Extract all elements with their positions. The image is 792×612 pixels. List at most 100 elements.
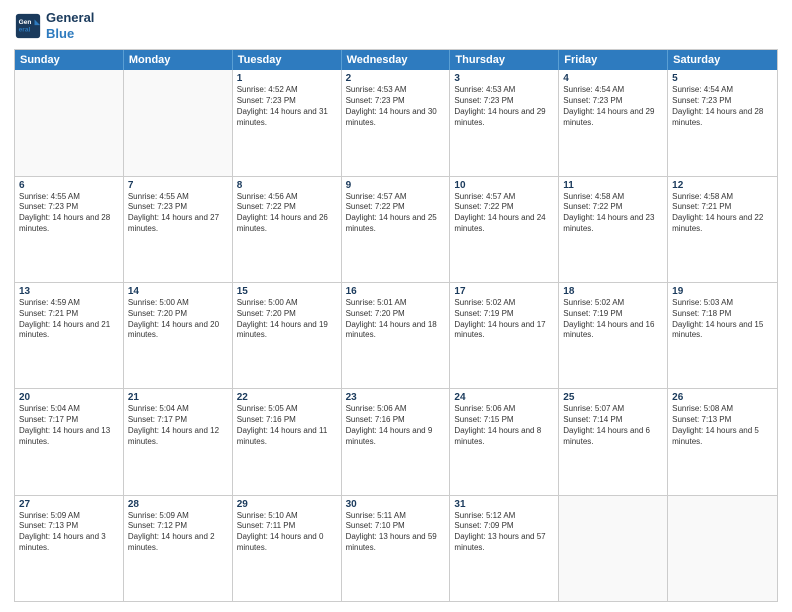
calendar-body: 1Sunrise: 4:52 AMSunset: 7:23 PMDaylight… xyxy=(15,70,777,601)
day-info: Sunrise: 5:06 AMSunset: 7:16 PMDaylight:… xyxy=(346,404,446,447)
day-info: Sunrise: 4:57 AMSunset: 7:22 PMDaylight:… xyxy=(454,192,554,235)
day-info: Sunrise: 5:09 AMSunset: 7:13 PMDaylight:… xyxy=(19,511,119,554)
day-info: Sunrise: 4:53 AMSunset: 7:23 PMDaylight:… xyxy=(346,85,446,128)
day-number: 31 xyxy=(454,499,554,510)
calendar-header: SundayMondayTuesdayWednesdayThursdayFrid… xyxy=(15,50,777,70)
calendar-cell xyxy=(124,70,233,175)
day-info: Sunrise: 4:56 AMSunset: 7:22 PMDaylight:… xyxy=(237,192,337,235)
svg-text:Gen: Gen xyxy=(19,19,32,26)
day-header-friday: Friday xyxy=(559,50,668,70)
day-header-monday: Monday xyxy=(124,50,233,70)
day-info: Sunrise: 4:59 AMSunset: 7:21 PMDaylight:… xyxy=(19,298,119,341)
calendar-cell: 12Sunrise: 4:58 AMSunset: 7:21 PMDayligh… xyxy=(668,177,777,282)
day-info: Sunrise: 5:06 AMSunset: 7:15 PMDaylight:… xyxy=(454,404,554,447)
day-info: Sunrise: 4:55 AMSunset: 7:23 PMDaylight:… xyxy=(128,192,228,235)
day-info: Sunrise: 5:10 AMSunset: 7:11 PMDaylight:… xyxy=(237,511,337,554)
calendar-cell: 21Sunrise: 5:04 AMSunset: 7:17 PMDayligh… xyxy=(124,389,233,494)
day-number: 26 xyxy=(672,392,773,403)
calendar-cell: 2Sunrise: 4:53 AMSunset: 7:23 PMDaylight… xyxy=(342,70,451,175)
day-info: Sunrise: 4:54 AMSunset: 7:23 PMDaylight:… xyxy=(563,85,663,128)
calendar-week-3: 13Sunrise: 4:59 AMSunset: 7:21 PMDayligh… xyxy=(15,283,777,389)
day-info: Sunrise: 4:57 AMSunset: 7:22 PMDaylight:… xyxy=(346,192,446,235)
svg-text:eral: eral xyxy=(19,26,31,33)
day-info: Sunrise: 4:58 AMSunset: 7:22 PMDaylight:… xyxy=(563,192,663,235)
calendar: SundayMondayTuesdayWednesdayThursdayFrid… xyxy=(14,49,778,602)
calendar-cell: 16Sunrise: 5:01 AMSunset: 7:20 PMDayligh… xyxy=(342,283,451,388)
calendar-cell: 24Sunrise: 5:06 AMSunset: 7:15 PMDayligh… xyxy=(450,389,559,494)
calendar-cell: 9Sunrise: 4:57 AMSunset: 7:22 PMDaylight… xyxy=(342,177,451,282)
calendar-cell: 1Sunrise: 4:52 AMSunset: 7:23 PMDaylight… xyxy=(233,70,342,175)
day-number: 2 xyxy=(346,73,446,84)
day-number: 18 xyxy=(563,286,663,297)
calendar-cell: 5Sunrise: 4:54 AMSunset: 7:23 PMDaylight… xyxy=(668,70,777,175)
day-info: Sunrise: 4:52 AMSunset: 7:23 PMDaylight:… xyxy=(237,85,337,128)
calendar-cell xyxy=(559,496,668,601)
day-number: 30 xyxy=(346,499,446,510)
day-header-saturday: Saturday xyxy=(668,50,777,70)
day-number: 8 xyxy=(237,180,337,191)
calendar-week-1: 1Sunrise: 4:52 AMSunset: 7:23 PMDaylight… xyxy=(15,70,777,176)
day-info: Sunrise: 5:08 AMSunset: 7:13 PMDaylight:… xyxy=(672,404,773,447)
calendar-cell: 29Sunrise: 5:10 AMSunset: 7:11 PMDayligh… xyxy=(233,496,342,601)
day-header-thursday: Thursday xyxy=(450,50,559,70)
day-info: Sunrise: 5:03 AMSunset: 7:18 PMDaylight:… xyxy=(672,298,773,341)
day-info: Sunrise: 5:04 AMSunset: 7:17 PMDaylight:… xyxy=(128,404,228,447)
calendar-cell: 10Sunrise: 4:57 AMSunset: 7:22 PMDayligh… xyxy=(450,177,559,282)
day-number: 17 xyxy=(454,286,554,297)
day-number: 11 xyxy=(563,180,663,191)
calendar-cell: 3Sunrise: 4:53 AMSunset: 7:23 PMDaylight… xyxy=(450,70,559,175)
day-number: 19 xyxy=(672,286,773,297)
day-info: Sunrise: 4:54 AMSunset: 7:23 PMDaylight:… xyxy=(672,85,773,128)
day-number: 21 xyxy=(128,392,228,403)
day-number: 24 xyxy=(454,392,554,403)
calendar-cell: 17Sunrise: 5:02 AMSunset: 7:19 PMDayligh… xyxy=(450,283,559,388)
calendar-cell: 14Sunrise: 5:00 AMSunset: 7:20 PMDayligh… xyxy=(124,283,233,388)
logo-name: GeneralBlue xyxy=(46,10,94,41)
day-number: 25 xyxy=(563,392,663,403)
day-number: 16 xyxy=(346,286,446,297)
day-number: 22 xyxy=(237,392,337,403)
calendar-week-4: 20Sunrise: 5:04 AMSunset: 7:17 PMDayligh… xyxy=(15,389,777,495)
calendar-cell: 27Sunrise: 5:09 AMSunset: 7:13 PMDayligh… xyxy=(15,496,124,601)
day-info: Sunrise: 5:07 AMSunset: 7:14 PMDaylight:… xyxy=(563,404,663,447)
calendar-cell: 6Sunrise: 4:55 AMSunset: 7:23 PMDaylight… xyxy=(15,177,124,282)
calendar-cell: 11Sunrise: 4:58 AMSunset: 7:22 PMDayligh… xyxy=(559,177,668,282)
day-number: 12 xyxy=(672,180,773,191)
calendar-cell xyxy=(668,496,777,601)
calendar-cell: 18Sunrise: 5:02 AMSunset: 7:19 PMDayligh… xyxy=(559,283,668,388)
calendar-cell: 13Sunrise: 4:59 AMSunset: 7:21 PMDayligh… xyxy=(15,283,124,388)
day-header-tuesday: Tuesday xyxy=(233,50,342,70)
calendar-cell: 31Sunrise: 5:12 AMSunset: 7:09 PMDayligh… xyxy=(450,496,559,601)
calendar-cell: 28Sunrise: 5:09 AMSunset: 7:12 PMDayligh… xyxy=(124,496,233,601)
calendar-week-2: 6Sunrise: 4:55 AMSunset: 7:23 PMDaylight… xyxy=(15,177,777,283)
calendar-week-5: 27Sunrise: 5:09 AMSunset: 7:13 PMDayligh… xyxy=(15,496,777,601)
page-header: Gen eral GeneralBlue xyxy=(14,10,778,41)
day-info: Sunrise: 4:55 AMSunset: 7:23 PMDaylight:… xyxy=(19,192,119,235)
day-number: 1 xyxy=(237,73,337,84)
day-number: 13 xyxy=(19,286,119,297)
calendar-page: Gen eral GeneralBlue SundayMondayTuesday… xyxy=(0,0,792,612)
calendar-cell: 30Sunrise: 5:11 AMSunset: 7:10 PMDayligh… xyxy=(342,496,451,601)
day-number: 14 xyxy=(128,286,228,297)
day-info: Sunrise: 5:01 AMSunset: 7:20 PMDaylight:… xyxy=(346,298,446,341)
day-header-sunday: Sunday xyxy=(15,50,124,70)
calendar-cell xyxy=(15,70,124,175)
calendar-cell: 20Sunrise: 5:04 AMSunset: 7:17 PMDayligh… xyxy=(15,389,124,494)
day-info: Sunrise: 5:00 AMSunset: 7:20 PMDaylight:… xyxy=(237,298,337,341)
day-info: Sunrise: 5:11 AMSunset: 7:10 PMDaylight:… xyxy=(346,511,446,554)
day-info: Sunrise: 5:09 AMSunset: 7:12 PMDaylight:… xyxy=(128,511,228,554)
day-header-wednesday: Wednesday xyxy=(342,50,451,70)
day-number: 4 xyxy=(563,73,663,84)
day-number: 27 xyxy=(19,499,119,510)
day-info: Sunrise: 5:04 AMSunset: 7:17 PMDaylight:… xyxy=(19,404,119,447)
day-number: 20 xyxy=(19,392,119,403)
day-info: Sunrise: 5:02 AMSunset: 7:19 PMDaylight:… xyxy=(563,298,663,341)
calendar-cell: 15Sunrise: 5:00 AMSunset: 7:20 PMDayligh… xyxy=(233,283,342,388)
day-number: 15 xyxy=(237,286,337,297)
day-number: 9 xyxy=(346,180,446,191)
calendar-cell: 22Sunrise: 5:05 AMSunset: 7:16 PMDayligh… xyxy=(233,389,342,494)
logo: Gen eral GeneralBlue xyxy=(14,10,94,41)
calendar-cell: 26Sunrise: 5:08 AMSunset: 7:13 PMDayligh… xyxy=(668,389,777,494)
calendar-cell: 8Sunrise: 4:56 AMSunset: 7:22 PMDaylight… xyxy=(233,177,342,282)
day-info: Sunrise: 5:02 AMSunset: 7:19 PMDaylight:… xyxy=(454,298,554,341)
